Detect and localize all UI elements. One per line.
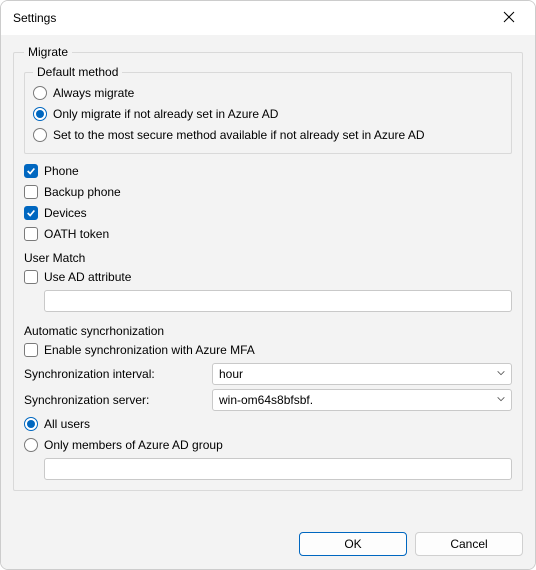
radio-always-migrate[interactable] xyxy=(33,86,47,100)
checkbox-label: Devices xyxy=(44,206,87,220)
dialog-footer: OK Cancel xyxy=(1,525,535,569)
window-title: Settings xyxy=(13,11,489,25)
radio-label: Always migrate xyxy=(53,86,134,100)
checkbox-phone[interactable] xyxy=(24,164,38,178)
sync-server-select-wrap xyxy=(212,389,512,411)
ok-button[interactable]: OK xyxy=(299,532,407,556)
sync-interval-select-wrap xyxy=(212,363,512,385)
radio-row-most-secure[interactable]: Set to the most secure method available … xyxy=(33,126,503,144)
settings-window: Settings Migrate Default method Always m… xyxy=(0,0,536,570)
radio-only-if-not-set[interactable] xyxy=(33,107,47,121)
radio-label: All users xyxy=(44,417,90,431)
sync-interval-select[interactable] xyxy=(212,363,512,385)
titlebar: Settings xyxy=(1,1,535,35)
radio-label: Only members of Azure AD group xyxy=(44,438,223,452)
checkbox-label: Enable synchronization with Azure MFA xyxy=(44,343,255,357)
sync-server-row: Synchronization server: xyxy=(24,389,512,411)
cancel-button[interactable]: Cancel xyxy=(415,532,523,556)
checkbox-row-oath[interactable]: OATH token xyxy=(24,225,512,243)
sync-interval-label: Synchronization interval: xyxy=(24,367,204,381)
default-method-legend: Default method xyxy=(33,65,122,79)
ad-attribute-input[interactable] xyxy=(44,290,512,312)
checkbox-row-backup-phone[interactable]: Backup phone xyxy=(24,183,512,201)
sync-interval-row: Synchronization interval: xyxy=(24,363,512,385)
checkbox-label: Backup phone xyxy=(44,185,121,199)
radio-row-only-if-not-set[interactable]: Only migrate if not already set in Azure… xyxy=(33,105,503,123)
azure-ad-group-input[interactable] xyxy=(44,458,512,480)
radio-row-always[interactable]: Always migrate xyxy=(33,84,503,102)
user-match-heading: User Match xyxy=(24,251,512,265)
checkbox-devices[interactable] xyxy=(24,206,38,220)
default-method-group: Default method Always migrate Only migra… xyxy=(24,65,512,154)
checkbox-backup-phone[interactable] xyxy=(24,185,38,199)
checkbox-use-ad-attribute[interactable] xyxy=(24,270,38,284)
checkbox-row-enable-sync[interactable]: Enable synchronization with Azure MFA xyxy=(24,341,512,359)
radio-only-members[interactable] xyxy=(24,438,38,452)
radio-all-users[interactable] xyxy=(24,417,38,431)
checkbox-label: OATH token xyxy=(44,227,109,241)
checkbox-label: Phone xyxy=(44,164,79,178)
radio-label: Set to the most secure method available … xyxy=(53,128,425,142)
checkbox-row-devices[interactable]: Devices xyxy=(24,204,512,222)
radio-most-secure[interactable] xyxy=(33,128,47,142)
group-input-wrap xyxy=(44,458,512,480)
ad-attribute-input-wrap xyxy=(44,290,512,312)
radio-row-all-users[interactable]: All users xyxy=(24,415,512,433)
auto-sync-heading: Automatic syncrhonization xyxy=(24,324,512,338)
checkbox-oath-token[interactable] xyxy=(24,227,38,241)
sync-server-label: Synchronization server: xyxy=(24,393,204,407)
migrate-legend: Migrate xyxy=(24,45,72,59)
close-icon xyxy=(503,11,515,26)
radio-row-only-members[interactable]: Only members of Azure AD group xyxy=(24,436,512,454)
checkbox-row-phone[interactable]: Phone xyxy=(24,162,512,180)
check-icon xyxy=(26,166,36,176)
check-icon xyxy=(26,208,36,218)
close-button[interactable] xyxy=(489,4,529,32)
checkbox-enable-sync[interactable] xyxy=(24,343,38,357)
sync-server-select[interactable] xyxy=(212,389,512,411)
checkbox-row-use-ad-attr[interactable]: Use AD attribute xyxy=(24,268,512,286)
client-area: Migrate Default method Always migrate On… xyxy=(1,35,535,525)
radio-label: Only migrate if not already set in Azure… xyxy=(53,107,278,121)
migrate-group: Migrate Default method Always migrate On… xyxy=(13,45,523,491)
checkbox-label: Use AD attribute xyxy=(44,270,131,284)
